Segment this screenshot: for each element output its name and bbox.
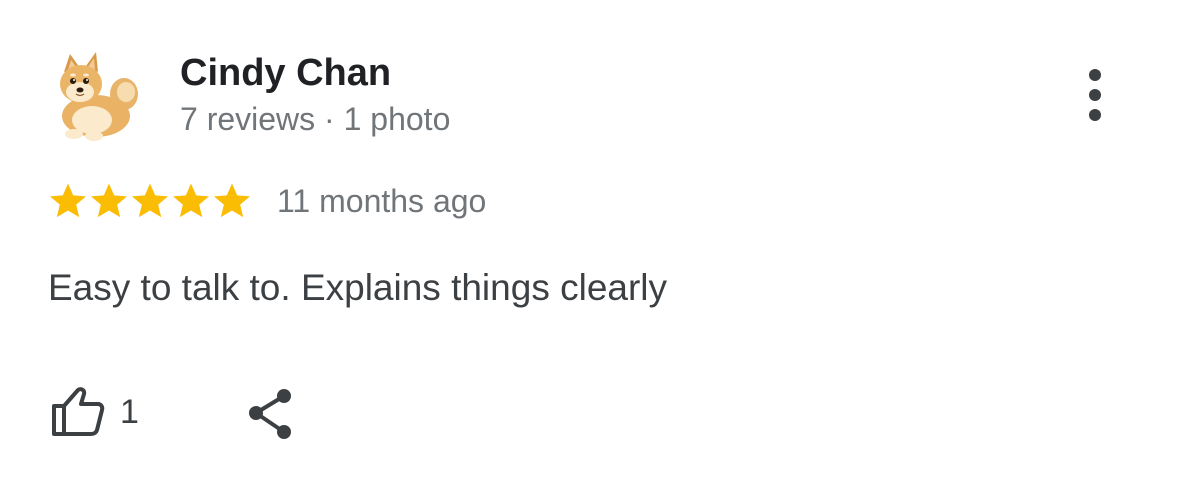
star-icon	[50, 183, 86, 218]
star-icon	[91, 183, 127, 218]
share-button[interactable]	[244, 386, 296, 442]
thumb-up-icon	[52, 387, 105, 436]
review-text: Easy to talk to. Explains things clearly	[48, 267, 668, 308]
star-icon	[214, 183, 250, 218]
rating-row: 11 months ago	[48, 178, 486, 224]
star-rating	[48, 181, 253, 221]
share-icon	[249, 389, 291, 439]
shiba-dog-avatar-icon	[60, 52, 138, 141]
star-icon	[173, 183, 209, 218]
author-meta[interactable]: 7 reviews · 1 photo	[180, 99, 450, 139]
like-count: 1	[120, 393, 139, 431]
like-button[interactable]: 1	[50, 384, 139, 440]
review-time: 11 months ago	[277, 183, 487, 219]
author-name[interactable]: Cindy Chan	[180, 50, 391, 96]
review-card: Cindy Chan 7 reviews · 1 photo 11 months…	[0, 0, 1179, 494]
more-options-button[interactable]	[1075, 66, 1115, 124]
more-vert-icon	[1089, 69, 1101, 121]
star-icon	[132, 183, 168, 218]
avatar[interactable]	[52, 50, 144, 142]
